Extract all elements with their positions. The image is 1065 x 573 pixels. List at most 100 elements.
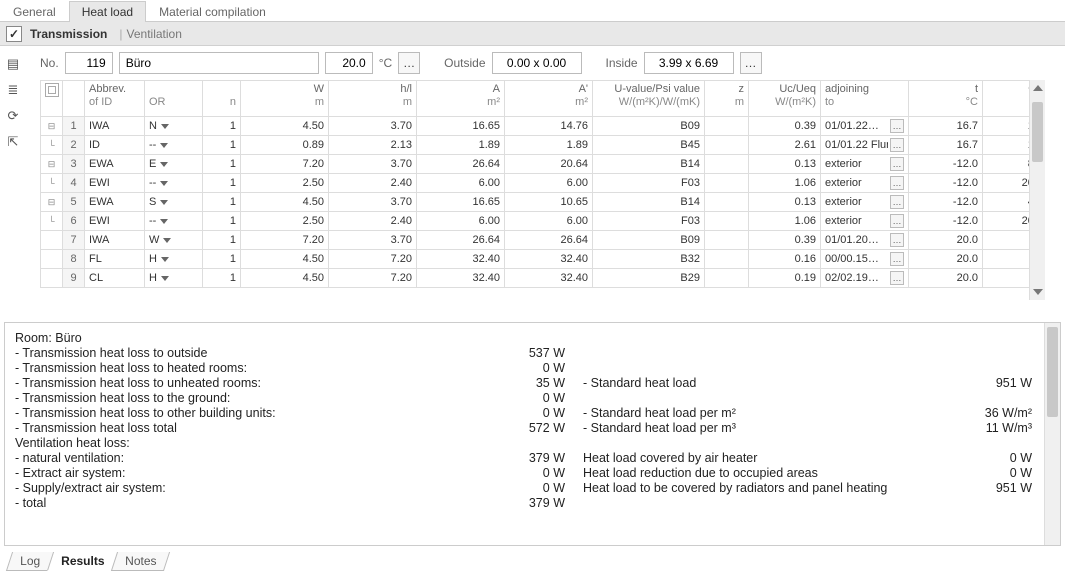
cell-u[interactable]: B32 <box>593 250 705 269</box>
summary-scroll-thumb[interactable] <box>1047 327 1058 417</box>
toolbar-icon-4[interactable]: ⇱ <box>4 134 22 150</box>
bottom-tab-results[interactable]: Results <box>47 552 119 571</box>
cell-u[interactable]: B09 <box>593 231 705 250</box>
cell-uc[interactable]: 0.19 <box>749 269 821 288</box>
cell-ap[interactable]: 6.00 <box>505 212 593 231</box>
cell-abbrev[interactable]: EWI <box>85 174 145 193</box>
table-row[interactable]: ⊟3EWAE17.203.7026.6420.64B140.13exterior… <box>41 155 1046 174</box>
cell-ap[interactable]: 1.89 <box>505 136 593 155</box>
cell-t[interactable]: -12.0 <box>909 212 983 231</box>
cell-a[interactable]: 6.00 <box>417 212 505 231</box>
hdr-hl[interactable]: h/lm <box>329 81 417 117</box>
table-row[interactable]: └6EWI--12.502.406.006.00F031.06exterior…… <box>41 212 1046 231</box>
cell-w[interactable]: 0.89 <box>241 136 329 155</box>
table-row[interactable]: 9CLH14.507.2032.4032.40B290.1902/02.19……… <box>41 269 1046 288</box>
cell-a[interactable]: 16.65 <box>417 193 505 212</box>
toolbar-icon-1[interactable]: ▤ <box>4 56 22 72</box>
temp-ellipsis-button[interactable]: … <box>398 52 420 74</box>
cell-t[interactable]: -12.0 <box>909 155 983 174</box>
cell-n[interactable]: 1 <box>203 136 241 155</box>
transmission-label[interactable]: Transmission <box>30 27 107 41</box>
transmission-checkbox[interactable]: ✓ <box>6 26 22 42</box>
cell-adj[interactable]: exterior… <box>821 155 909 174</box>
cell-hl[interactable]: 2.13 <box>329 136 417 155</box>
cell-z[interactable] <box>705 231 749 250</box>
tree-toggle[interactable]: └ <box>41 174 63 193</box>
cell-n[interactable]: 1 <box>203 193 241 212</box>
cell-t[interactable]: -12.0 <box>909 174 983 193</box>
chevron-down-icon[interactable] <box>161 124 169 129</box>
cell-a[interactable]: 26.64 <box>417 231 505 250</box>
cell-n[interactable]: 1 <box>203 269 241 288</box>
cell-ap[interactable]: 14.76 <box>505 117 593 136</box>
cell-z[interactable] <box>705 174 749 193</box>
cell-z[interactable] <box>705 155 749 174</box>
cell-w[interactable]: 2.50 <box>241 174 329 193</box>
cell-u[interactable]: B14 <box>593 155 705 174</box>
hdr-a[interactable]: Am² <box>417 81 505 117</box>
cell-abbrev[interactable]: IWA <box>85 231 145 250</box>
cell-uc[interactable]: 0.16 <box>749 250 821 269</box>
tree-toggle[interactable] <box>41 231 63 250</box>
ellipsis-button[interactable]: … <box>890 176 904 190</box>
cell-ap[interactable]: 26.64 <box>505 231 593 250</box>
chevron-down-icon[interactable] <box>160 200 168 205</box>
tab-general[interactable]: General <box>0 1 69 22</box>
ellipsis-button[interactable]: … <box>890 271 904 285</box>
hdr-or[interactable]: OR <box>145 81 203 117</box>
hdr-t[interactable]: t°C <box>909 81 983 117</box>
cell-abbrev[interactable]: FL <box>85 250 145 269</box>
hdr-uc[interactable]: Uc/UeqW/(m²K) <box>749 81 821 117</box>
tree-toggle[interactable]: └ <box>41 212 63 231</box>
cell-or[interactable]: N <box>145 117 203 136</box>
cell-adj[interactable]: 01/01.20…… <box>821 231 909 250</box>
hdr-n[interactable]: n <box>203 81 241 117</box>
cell-hl[interactable]: 7.20 <box>329 269 417 288</box>
cell-abbrev[interactable]: EWA <box>85 193 145 212</box>
outside-dim-input[interactable] <box>492 52 582 74</box>
cell-or[interactable]: S <box>145 193 203 212</box>
cell-adj[interactable]: 01/01.22 Flur… <box>821 136 909 155</box>
chevron-down-icon[interactable] <box>160 162 168 167</box>
chevron-down-icon[interactable] <box>160 219 168 224</box>
cell-abbrev[interactable]: IWA <box>85 117 145 136</box>
cell-z[interactable] <box>705 250 749 269</box>
table-row[interactable]: 8FLH14.507.2032.4032.40B320.1600/00.15……… <box>41 250 1046 269</box>
cell-n[interactable]: 1 <box>203 174 241 193</box>
hdr-tree[interactable] <box>41 81 63 117</box>
cell-ap[interactable]: 6.00 <box>505 174 593 193</box>
cell-hl[interactable]: 3.70 <box>329 117 417 136</box>
cell-hl[interactable]: 2.40 <box>329 174 417 193</box>
scroll-down-icon[interactable] <box>1030 284 1045 300</box>
ellipsis-button[interactable]: … <box>890 119 904 133</box>
cell-a[interactable]: 16.65 <box>417 117 505 136</box>
toolbar-icon-2[interactable]: ≣ <box>4 82 22 98</box>
cell-t[interactable]: 16.7 <box>909 117 983 136</box>
cell-z[interactable] <box>705 193 749 212</box>
cell-n[interactable]: 1 <box>203 231 241 250</box>
scroll-track[interactable] <box>1030 96 1045 284</box>
cell-uc[interactable]: 1.06 <box>749 174 821 193</box>
tree-toggle[interactable]: ⊟ <box>41 155 63 174</box>
table-row[interactable]: 7IWAW17.203.7026.6426.64B090.3901/01.20…… <box>41 231 1046 250</box>
hdr-abbrev[interactable]: Abbrev.of ID <box>85 81 145 117</box>
cell-hl[interactable]: 3.70 <box>329 193 417 212</box>
table-scrollbar[interactable] <box>1029 80 1045 300</box>
table-row[interactable]: ⊟1IWAN14.503.7016.6514.76B090.3901/01.22… <box>41 117 1046 136</box>
toolbar-icon-3[interactable]: ⟳ <box>4 108 22 124</box>
cell-t[interactable]: 16.7 <box>909 136 983 155</box>
cell-or[interactable]: W <box>145 231 203 250</box>
cell-n[interactable]: 1 <box>203 117 241 136</box>
cell-u[interactable]: B14 <box>593 193 705 212</box>
cell-n[interactable]: 1 <box>203 250 241 269</box>
cell-w[interactable]: 4.50 <box>241 117 329 136</box>
cell-adj[interactable]: 02/02.19…… <box>821 269 909 288</box>
hdr-w[interactable]: Wm <box>241 81 329 117</box>
ellipsis-button[interactable]: … <box>890 157 904 171</box>
cell-w[interactable]: 7.20 <box>241 231 329 250</box>
cell-z[interactable] <box>705 269 749 288</box>
cell-w[interactable]: 4.50 <box>241 250 329 269</box>
table-row[interactable]: ⊟5EWAS14.503.7016.6510.65B140.13exterior… <box>41 193 1046 212</box>
no-input[interactable] <box>65 52 113 74</box>
cell-a[interactable]: 32.40 <box>417 250 505 269</box>
